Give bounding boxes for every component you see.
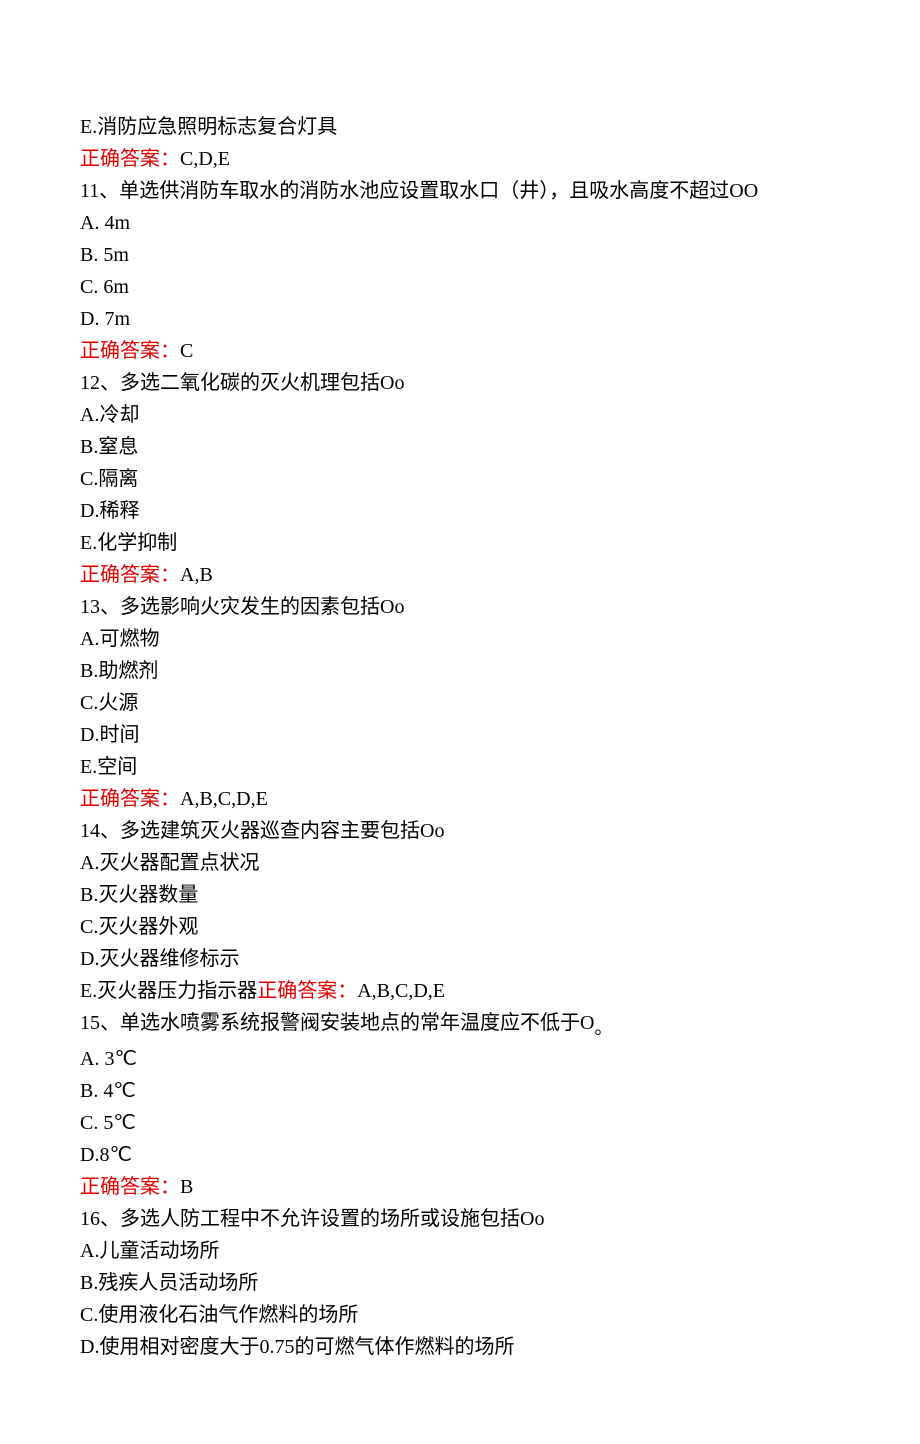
q13-option-e: E.空间 bbox=[80, 752, 840, 782]
q13-option-d: D.时间 bbox=[80, 720, 840, 750]
answer-value: C,D,E bbox=[180, 148, 230, 170]
q16-option-c: C.使用液化石油气作燃料的场所 bbox=[80, 1300, 840, 1330]
q11-option-a: A. 4m bbox=[80, 208, 840, 238]
q12-option-e: E.化学抑制 bbox=[80, 528, 840, 558]
answer-label: 正确答案： bbox=[80, 564, 180, 586]
q16-option-a: A.儿童活动场所 bbox=[80, 1236, 840, 1266]
q13-stem: 13、多选影响火灾发生的因素包括Oo bbox=[80, 592, 840, 622]
q15-stem-text: 15、单选水喷雾系统报警阀安装地点的常年温度应不低于O bbox=[80, 1012, 594, 1034]
answer-label: 正确答案： bbox=[80, 148, 180, 170]
answer-value: B bbox=[180, 1176, 193, 1198]
q14-option-a: A.灭火器配置点状况 bbox=[80, 848, 840, 878]
q16-option-b: B.残疾人员活动场所 bbox=[80, 1268, 840, 1298]
q15-stem: 15、单选水喷雾系统报警阀安装地点的常年温度应不低于O。 bbox=[80, 1008, 840, 1042]
q13-option-b: B.助燃剂 bbox=[80, 656, 840, 686]
q15-option-a: A. 3℃ bbox=[80, 1044, 840, 1074]
q11-option-b: B. 5m bbox=[80, 240, 840, 270]
q12-option-b: B.窒息 bbox=[80, 432, 840, 462]
answer-value: A,B bbox=[180, 564, 213, 586]
q15-answer: 正确答案：B bbox=[80, 1172, 840, 1202]
answer-value: A,B,C,D,E bbox=[357, 980, 445, 1002]
q12-stem: 12、多选二氧化碳的灭火机理包括Oo bbox=[80, 368, 840, 398]
q10-option-e: E.消防应急照明标志复合灯具 bbox=[80, 112, 840, 142]
q12-option-a: A.冷却 bbox=[80, 400, 840, 430]
q13-option-c: C.火源 bbox=[80, 688, 840, 718]
q12-option-d: D.稀释 bbox=[80, 496, 840, 526]
q14-option-e-and-answer: E.灭火器压力指示器正确答案：A,B,C,D,E bbox=[80, 976, 840, 1006]
q11-stem: 11、单选供消防车取水的消防水池应设置取水口（井），且吸水高度不超过OO bbox=[80, 176, 840, 206]
answer-label: 正确答案： bbox=[80, 1176, 180, 1198]
answer-label: 正确答案： bbox=[80, 340, 180, 362]
q14-option-c: C.灭火器外观 bbox=[80, 912, 840, 942]
q15-option-b: B. 4℃ bbox=[80, 1076, 840, 1106]
q14-stem: 14、多选建筑灭火器巡查内容主要包括Oo bbox=[80, 816, 840, 846]
answer-label: 正确答案： bbox=[257, 980, 357, 1002]
q11-option-c: C. 6m bbox=[80, 272, 840, 302]
answer-value: A,B,C,D,E bbox=[180, 788, 268, 810]
q10-answer: 正确答案：C,D,E bbox=[80, 144, 840, 174]
q12-answer: 正确答案：A,B bbox=[80, 560, 840, 590]
q13-answer: 正确答案：A,B,C,D,E bbox=[80, 784, 840, 814]
answer-label: 正确答案： bbox=[80, 788, 180, 810]
q14-option-e-text: E.灭火器压力指示器 bbox=[80, 980, 257, 1002]
q15-stem-suffix: 。 bbox=[594, 1018, 612, 1038]
q11-option-d: D. 7m bbox=[80, 304, 840, 334]
q13-option-a: A.可燃物 bbox=[80, 624, 840, 654]
q14-option-d: D.灭火器维修标示 bbox=[80, 944, 840, 974]
q15-option-d: D.8℃ bbox=[80, 1140, 840, 1170]
q16-stem: 16、多选人防工程中不允许设置的场所或设施包括Oo bbox=[80, 1204, 840, 1234]
q14-option-b: B.灭火器数量 bbox=[80, 880, 840, 910]
answer-value: C bbox=[180, 340, 193, 362]
q11-answer: 正确答案：C bbox=[80, 336, 840, 366]
q16-option-d: D.使用相对密度大于0.75的可燃气体作燃料的场所 bbox=[80, 1332, 840, 1362]
q12-option-c: C.隔离 bbox=[80, 464, 840, 494]
q15-option-c: C. 5℃ bbox=[80, 1108, 840, 1138]
